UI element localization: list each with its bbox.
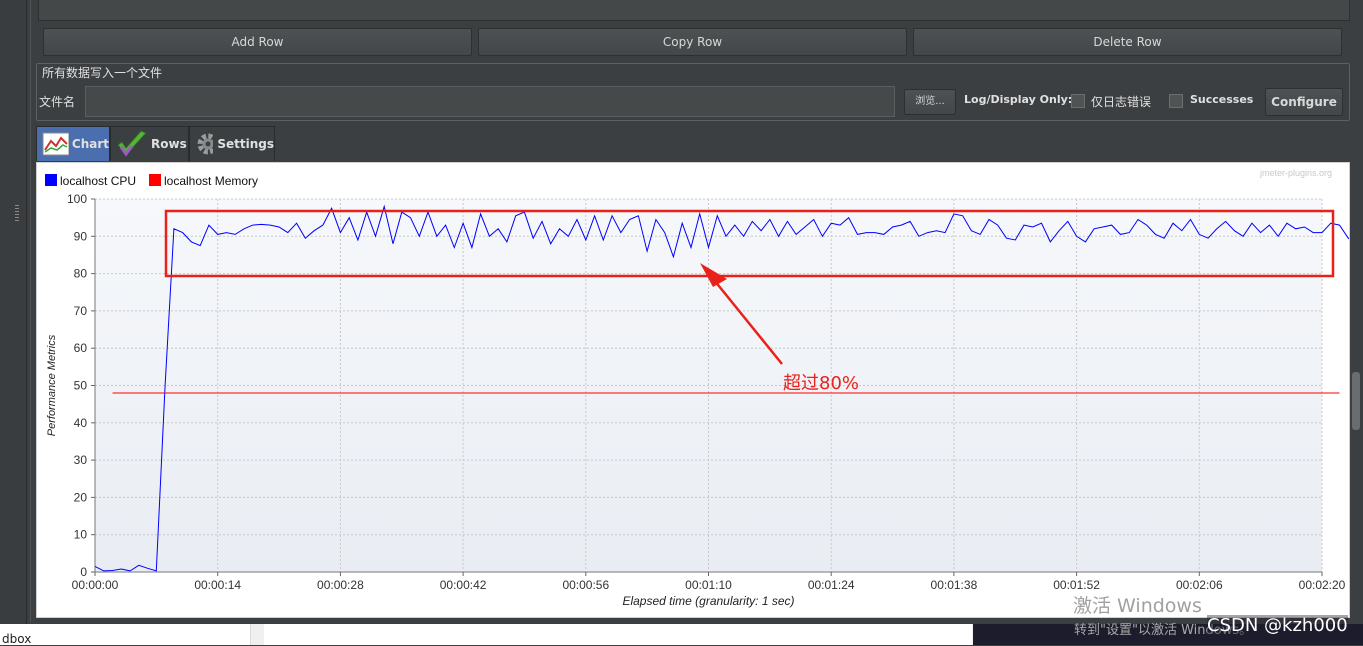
legend-swatch — [149, 174, 161, 186]
legend-label: localhost CPU — [60, 174, 136, 188]
y-tick-label: 30 — [74, 453, 88, 467]
y-tick-label: 0 — [80, 565, 87, 579]
delete-row-button[interactable]: Delete Row — [913, 28, 1342, 56]
y-tick-label: 80 — [74, 267, 88, 281]
tab-chart-label: Chart — [71, 137, 109, 151]
x-tick-label: 00:01:52 — [1053, 578, 1100, 592]
configure-button[interactable]: Configure — [1265, 88, 1343, 116]
successes-label: Successes — [1190, 93, 1254, 106]
tab-chart[interactable]: Chart — [36, 126, 110, 161]
add-row-button[interactable]: Add Row — [43, 28, 472, 56]
copy-row-button[interactable]: Copy Row — [478, 28, 907, 56]
errors-only-checkbox[interactable] — [1071, 94, 1085, 108]
y-tick-label: 40 — [74, 416, 88, 430]
group-legend: 所有数据写入一个文件 — [41, 64, 164, 81]
chart-panel: 0 10 20 30 40 50 60 70 80 90 100 00:00:00 00:00:14 00… — [36, 162, 1363, 618]
y-tick-label: 70 — [74, 304, 88, 318]
csdn-watermark: CSDN @kzh000 — [1207, 615, 1348, 636]
x-tick-label: 00:01:38 — [931, 578, 978, 592]
y-tick-label: 100 — [67, 192, 87, 206]
checkmark-icon — [117, 130, 147, 157]
x-tick-label: 00:01:24 — [808, 578, 855, 592]
x-tick-label: 00:00:28 — [317, 578, 364, 592]
successes-checkbox[interactable] — [1169, 94, 1183, 108]
filename-label: 文件名 — [39, 95, 76, 109]
x-tick-label: 00:02:20 — [1299, 578, 1346, 592]
x-tick-label: 00:00:14 — [194, 578, 241, 592]
filename-input[interactable] — [85, 86, 895, 117]
left-splitter[interactable] — [0, 0, 27, 625]
bottom-left-text: dbox — [2, 632, 32, 646]
y-tick-label: 90 — [74, 229, 88, 243]
y-tick-label: 10 — [74, 528, 88, 542]
y-tick-label: 20 — [74, 490, 88, 504]
tab-rows[interactable]: Rows — [110, 126, 189, 161]
rows-table[interactable] — [38, 0, 1350, 21]
x-tick-label: 00:00:56 — [562, 578, 609, 592]
plugin-watermark: jmeter-plugins.org — [1259, 168, 1332, 178]
y-tick-label: 60 — [74, 341, 88, 355]
x-tick-label: 00:00:42 — [440, 578, 487, 592]
x-tick-label: 00:00:00 — [72, 578, 119, 592]
x-tick-label: 00:01:10 — [685, 578, 732, 592]
scrollbar-thumb[interactable] — [1352, 372, 1360, 430]
performance-chart: 0 10 20 30 40 50 60 70 80 90 100 00:00:00 00:00:14 00… — [45, 168, 1363, 608]
tab-rows-label: Rows — [151, 137, 187, 151]
chart-icon — [42, 132, 69, 156]
y-axis-label: Performance Metrics — [46, 334, 58, 436]
x-axis-label: Elapsed time (granularity: 1 sec) — [622, 594, 794, 608]
browse-button[interactable]: 浏览... — [904, 89, 956, 115]
annotation-text: 超过80% — [783, 373, 859, 394]
gear-icon — [197, 133, 214, 155]
tab-settings[interactable]: Settings — [189, 126, 275, 161]
legend-swatch — [45, 174, 57, 186]
legend-label: localhost Memory — [164, 174, 258, 188]
splitter-grip-icon[interactable] — [15, 205, 19, 221]
x-tick-label: 00:02:06 — [1176, 578, 1223, 592]
y-tick-label: 50 — [74, 379, 88, 393]
log-display-label: Log/Display Only: — [964, 93, 1073, 106]
tab-settings-label: Settings — [217, 137, 274, 151]
activate-windows-title: 激活 Windows — [1073, 595, 1202, 617]
errors-only-label: 仅日志错误 — [1091, 95, 1152, 109]
